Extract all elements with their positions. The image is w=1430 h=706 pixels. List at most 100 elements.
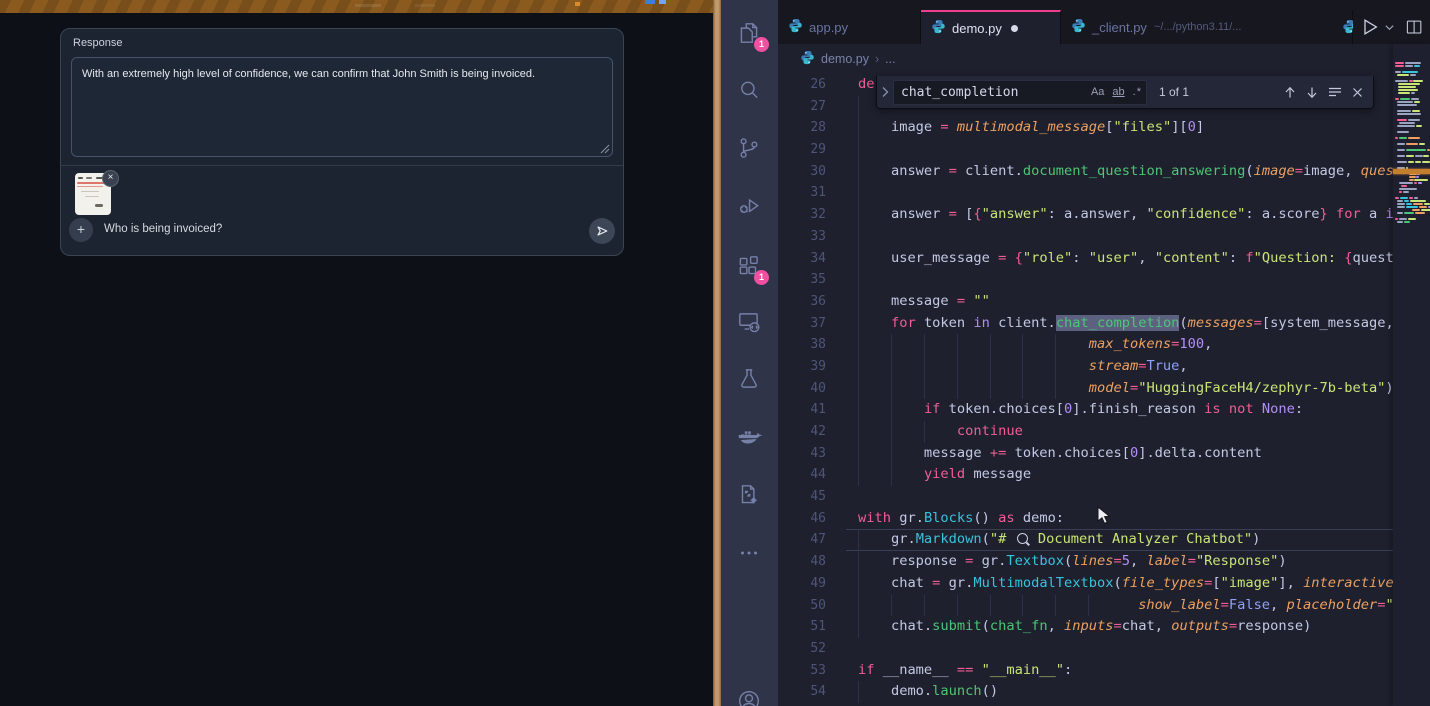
code-line[interactable]: 36 message = "" <box>778 291 1393 313</box>
breadcrumb-file[interactable]: demo.py <box>821 52 869 66</box>
line-content[interactable] <box>846 638 1393 660</box>
code-line[interactable]: 40 model="HuggingFaceH4/zephyr-7b-beta") <box>778 378 1393 400</box>
run-dropdown-button[interactable] <box>1384 22 1395 33</box>
line-content[interactable]: continue <box>846 421 1393 443</box>
code-line[interactable]: 52 <box>778 638 1393 660</box>
line-content[interactable] <box>846 182 1393 204</box>
code-line[interactable]: 46with gr.Blocks() as demo: <box>778 508 1393 530</box>
code-editor[interactable]: 26def chat_fn(multimodal_message):2728 i… <box>778 74 1393 706</box>
match-case-button[interactable]: Aa <box>1091 86 1104 98</box>
line-content[interactable]: response = gr.Textbox(lines=5, label="Re… <box>846 551 1393 573</box>
code-line[interactable]: 39 stream=True, <box>778 356 1393 378</box>
line-content[interactable] <box>846 226 1393 248</box>
send-button[interactable] <box>589 218 615 244</box>
account-icon[interactable] <box>736 688 764 706</box>
pane-divider[interactable] <box>713 0 721 706</box>
line-content[interactable]: message = "" <box>846 291 1393 313</box>
line-content[interactable]: image = multimodal_message["files"][0] <box>846 117 1393 139</box>
line-content[interactable]: yield message <box>846 464 1393 486</box>
more-icon[interactable] <box>736 540 764 568</box>
line-content[interactable]: model="HuggingFaceH4/zephyr-7b-beta") <box>846 378 1393 400</box>
minimap-line <box>1408 218 1416 220</box>
line-content[interactable]: if __name__ == "__main__": <box>846 660 1393 682</box>
remote-explorer-icon[interactable] <box>736 309 764 337</box>
indent-guide <box>858 378 859 400</box>
code-line[interactable]: 29 <box>778 139 1393 161</box>
tab-demo.py[interactable]: demo.py <box>921 10 1061 44</box>
find-input[interactable]: chat_completion Aa ab .* <box>893 80 1147 105</box>
minimap-line <box>1397 143 1405 145</box>
explorer-icon[interactable]: 1 <box>736 20 764 48</box>
toggle-replace-button[interactable] <box>877 76 893 108</box>
run-debug-icon[interactable] <box>736 193 764 221</box>
code-line[interactable]: 30 answer = client.document_question_ans… <box>778 161 1393 183</box>
minimap[interactable] <box>1393 44 1430 706</box>
extensions-icon[interactable]: 1 <box>736 253 764 281</box>
line-content[interactable]: answer = client.document_question_answer… <box>846 161 1393 183</box>
code-line[interactable]: 50 show_label=False, placeholder="Upload… <box>778 595 1393 617</box>
breadcrumb-symbol[interactable]: ... <box>885 52 895 66</box>
whole-word-button[interactable]: ab <box>1112 86 1124 98</box>
tab-_client.py[interactable]: _client.py~/.../python3.11/... <box>1061 10 1353 44</box>
file-settings-icon[interactable] <box>736 482 764 510</box>
line-content[interactable] <box>846 486 1393 508</box>
minimap-line <box>1397 131 1409 133</box>
line-content[interactable] <box>846 269 1393 291</box>
line-content[interactable]: user_message = {"role": "user", "content… <box>846 248 1393 270</box>
code-line[interactable]: 53if __name__ == "__main__": <box>778 660 1393 682</box>
split-editor-button[interactable] <box>1405 18 1424 37</box>
chat-input[interactable]: Who is being invoiced? <box>104 223 222 235</box>
line-content[interactable] <box>846 139 1393 161</box>
line-content[interactable]: max_tokens=100, <box>846 334 1393 356</box>
current-line-content[interactable]: gr.Markdown("# Document Analyzer Chatbot… <box>846 529 1393 551</box>
code-line[interactable]: 31 <box>778 182 1393 204</box>
resize-handle-icon[interactable] <box>600 144 610 154</box>
remove-attachment-button[interactable]: × <box>102 170 119 187</box>
code-line[interactable]: 47 gr.Markdown("# Document Analyzer Chat… <box>778 529 1393 551</box>
code-line[interactable]: 49 chat = gr.MultimodalTextbox(file_type… <box>778 573 1393 595</box>
line-content[interactable]: with gr.Blocks() as demo: <box>846 508 1393 530</box>
line-content[interactable]: message += token.choices[0].delta.conten… <box>846 443 1393 465</box>
source-control-icon[interactable] <box>736 135 764 163</box>
add-file-button[interactable]: + <box>69 218 93 242</box>
code-line[interactable]: 44 yield message <box>778 464 1393 486</box>
code-line[interactable]: 54 demo.launch() <box>778 681 1393 703</box>
code-line[interactable]: 35 <box>778 269 1393 291</box>
testing-icon[interactable] <box>736 366 764 394</box>
regex-button[interactable]: .* <box>1133 86 1142 98</box>
next-match-button[interactable] <box>1306 86 1318 99</box>
find-in-selection-button[interactable] <box>1328 86 1342 98</box>
prev-match-button[interactable] <box>1284 86 1296 99</box>
line-content[interactable]: chat.submit(chat_fn, inputs=chat, output… <box>846 616 1393 638</box>
code-line[interactable]: 41 if token.choices[0].finish_reason is … <box>778 399 1393 421</box>
close-find-button[interactable] <box>1352 87 1363 98</box>
line-content[interactable]: show_label=False, placeholder="Upload an… <box>846 595 1393 617</box>
indent-guide <box>990 334 991 356</box>
run-button[interactable] <box>1360 17 1380 37</box>
docker-icon[interactable] <box>736 424 764 452</box>
code-line[interactable]: 45 <box>778 486 1393 508</box>
search-icon[interactable] <box>736 77 764 105</box>
code-line[interactable]: 33 <box>778 226 1393 248</box>
code-line[interactable]: 48 response = gr.Textbox(lines=5, label=… <box>778 551 1393 573</box>
attachment-thumbnail[interactable]: × <box>75 173 111 215</box>
code-line[interactable]: 37 for token in client.chat_completion(m… <box>778 313 1393 335</box>
code-line[interactable]: 34 user_message = {"role": "user", "cont… <box>778 248 1393 270</box>
indent-guide <box>891 378 892 400</box>
tab-app.py[interactable]: app.py <box>778 10 921 44</box>
line-content[interactable]: if token.choices[0].finish_reason is not… <box>846 399 1393 421</box>
response-textarea[interactable]: With an extremely high level of confiden… <box>71 57 613 157</box>
code-line[interactable]: 32 answer = [{"answer": a.answer, "confi… <box>778 204 1393 226</box>
line-content[interactable]: demo.launch() <box>846 681 1393 703</box>
line-content[interactable]: chat = gr.MultimodalTextbox(file_types=[… <box>846 573 1393 595</box>
code-line[interactable]: 38 max_tokens=100, <box>778 334 1393 356</box>
code-line[interactable]: 51 chat.submit(chat_fn, inputs=chat, out… <box>778 616 1393 638</box>
line-content[interactable]: answer = [{"answer": a.answer, "confiden… <box>846 204 1393 226</box>
code-line[interactable]: 28 image = multimodal_message["files"][0… <box>778 117 1393 139</box>
breadcrumb[interactable]: demo.py › ... <box>778 44 1430 73</box>
code-line[interactable]: 42 continue <box>778 421 1393 443</box>
line-content[interactable]: stream=True, <box>846 356 1393 378</box>
code-line[interactable]: 43 message += token.choices[0].delta.con… <box>778 443 1393 465</box>
line-content[interactable]: for token in client.chat_completion(mess… <box>846 313 1393 335</box>
minimap-line <box>1423 155 1429 157</box>
